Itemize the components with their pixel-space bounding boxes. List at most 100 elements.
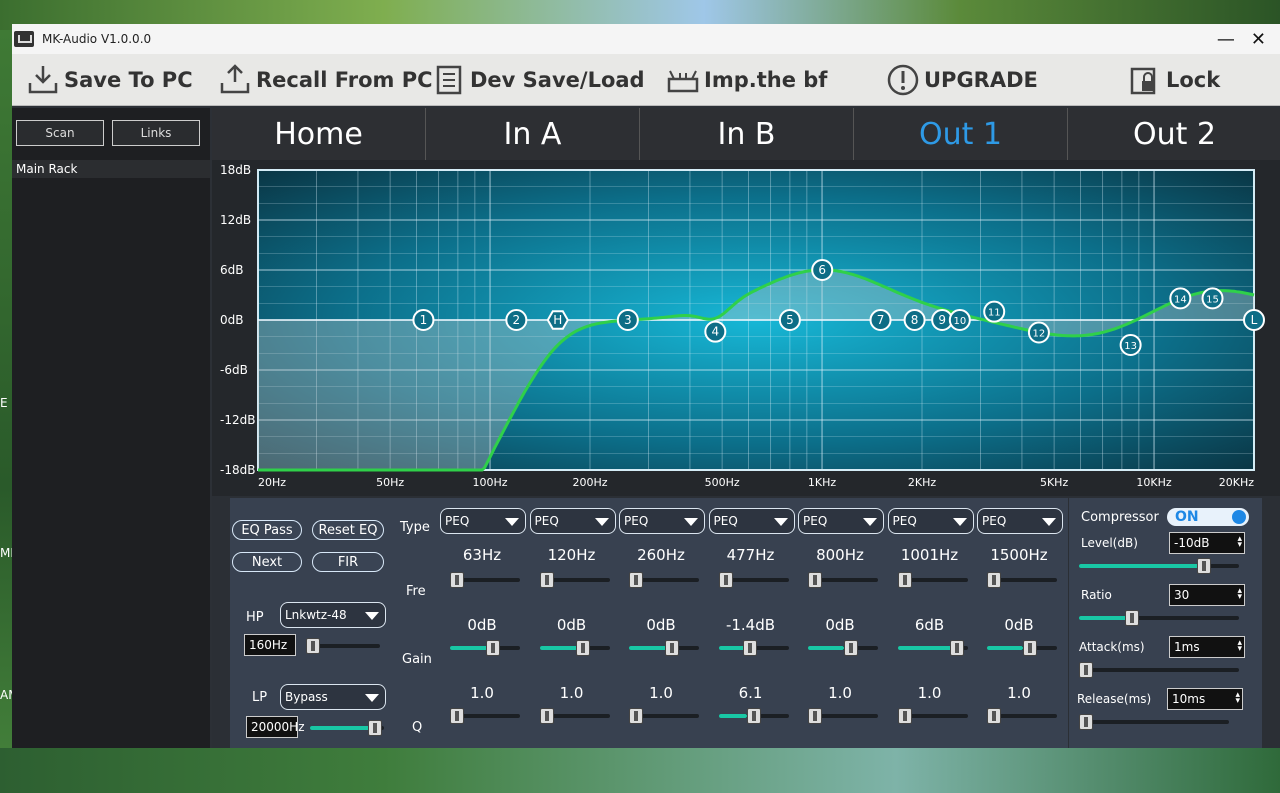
minimize-button[interactable]: —: [1217, 29, 1235, 50]
band-freq-slider[interactable]: [450, 572, 520, 588]
upgrade-button[interactable]: UPGRADE: [886, 63, 1038, 97]
lp-freq-input[interactable]: 20000Hz: [246, 716, 305, 738]
close-button[interactable]: ✕: [1251, 29, 1266, 50]
slider-thumb[interactable]: [1197, 558, 1211, 574]
slider-thumb[interactable]: [1079, 662, 1093, 678]
slider-thumb[interactable]: [808, 708, 822, 724]
eq-node-10[interactable]: 10: [948, 309, 971, 331]
band-gain-slider[interactable]: [897, 640, 968, 656]
slider-thumb[interactable]: [987, 708, 1001, 724]
spin-icon[interactable]: ▴ ▾: [1237, 639, 1242, 654]
eq-graph[interactable]: 18dB 12dB 6dB 0dB -6dB -12dB -18dB 20Hz 50Hz 100H…: [212, 160, 1280, 496]
slider-thumb[interactable]: [718, 572, 733, 588]
eq-node-4[interactable]: 4: [704, 320, 727, 343]
slider-thumb[interactable]: [629, 708, 643, 724]
compressor-toggle[interactable]: ON: [1167, 508, 1249, 526]
eq-node-13[interactable]: 13: [1119, 334, 1142, 356]
level-slider[interactable]: [1079, 558, 1239, 574]
lp-slider[interactable]: [310, 720, 384, 736]
spin-icon[interactable]: ▴ ▾: [1237, 535, 1242, 550]
slider-thumb[interactable]: [949, 640, 964, 656]
save-to-pc-button[interactable]: Save To PC: [26, 63, 193, 97]
band-freq-slider[interactable]: [629, 572, 699, 588]
band-q-slider[interactable]: [897, 708, 968, 724]
slider-thumb[interactable]: [450, 708, 464, 724]
scan-button[interactable]: Scan: [16, 120, 104, 146]
main-rack-item[interactable]: Main Rack: [12, 160, 210, 178]
tab-in-b[interactable]: In B: [640, 108, 854, 160]
band-gain-slider[interactable]: [450, 640, 520, 656]
release-slider[interactable]: [1079, 714, 1229, 730]
band-gain-slider[interactable]: [629, 640, 699, 656]
eq-node-h[interactable]: H: [546, 310, 569, 330]
reset-eq-button[interactable]: Reset EQ: [312, 520, 384, 540]
band-type-select[interactable]: PEQ: [440, 508, 526, 534]
tab-home[interactable]: Home: [212, 108, 426, 160]
band-q-slider[interactable]: [718, 708, 789, 724]
slider-thumb[interactable]: [368, 720, 382, 736]
level-input[interactable]: -10dB ▴ ▾: [1169, 532, 1245, 554]
band-gain-slider[interactable]: [808, 640, 878, 656]
band-gain-slider[interactable]: [718, 640, 789, 656]
band-gain-slider[interactable]: [987, 640, 1057, 656]
eq-node-5[interactable]: 5: [778, 309, 801, 331]
recall-from-pc-button[interactable]: Recall From PC: [218, 63, 433, 97]
eq-node-3[interactable]: 3: [616, 309, 639, 331]
ratio-input[interactable]: 30 ▴ ▾: [1169, 584, 1245, 606]
band-freq-slider[interactable]: [718, 572, 789, 588]
attack-input[interactable]: 1ms ▴ ▾: [1169, 636, 1245, 658]
band-freq-slider[interactable]: [808, 572, 878, 588]
slider-thumb[interactable]: [1079, 714, 1093, 730]
eq-graph-svg[interactable]: 18dB 12dB 6dB 0dB -6dB -12dB -18dB20Hz 50Hz 100H…: [212, 160, 1280, 496]
slider-thumb[interactable]: [1023, 640, 1037, 656]
slider-thumb[interactable]: [808, 572, 822, 588]
lp-type-select[interactable]: Bypass: [280, 684, 386, 710]
lock-button[interactable]: Lock: [1128, 63, 1220, 97]
band-q-slider[interactable]: [987, 708, 1057, 724]
band-freq-slider[interactable]: [897, 572, 968, 588]
slider-thumb[interactable]: [629, 572, 643, 588]
slider-thumb[interactable]: [987, 572, 1001, 588]
eq-node-6[interactable]: 6: [811, 259, 834, 281]
slider-thumb[interactable]: [742, 640, 757, 656]
eq-node-2[interactable]: 2: [505, 309, 528, 331]
slider-thumb[interactable]: [486, 640, 500, 656]
eq-node-8[interactable]: 8: [903, 309, 926, 331]
slider-thumb[interactable]: [897, 708, 912, 724]
band-type-select[interactable]: PEQ: [887, 508, 974, 534]
eq-node-1[interactable]: 1: [412, 309, 435, 331]
tab-in-a[interactable]: In A: [426, 108, 640, 160]
slider-thumb[interactable]: [844, 640, 858, 656]
slider-thumb[interactable]: [897, 572, 912, 588]
band-type-select[interactable]: PEQ: [798, 508, 884, 534]
tab-out-2[interactable]: Out 2: [1068, 108, 1280, 160]
eq-node-15[interactable]: 15: [1201, 287, 1224, 310]
eq-node-7[interactable]: 7: [869, 309, 892, 331]
eq-node-14[interactable]: 14: [1169, 287, 1192, 310]
next-button[interactable]: Next: [232, 552, 302, 572]
band-freq-slider[interactable]: [539, 572, 610, 588]
slider-thumb[interactable]: [665, 640, 679, 656]
slider-thumb[interactable]: [1125, 610, 1139, 626]
slider-thumb[interactable]: [450, 572, 464, 588]
spin-icon[interactable]: ▴ ▾: [1237, 587, 1242, 602]
band-type-select[interactable]: PEQ: [619, 508, 705, 534]
attack-slider[interactable]: [1079, 662, 1239, 678]
eq-node-l[interactable]: L: [1243, 309, 1265, 331]
band-freq-slider[interactable]: [987, 572, 1057, 588]
eq-pass-button[interactable]: EQ Pass: [232, 520, 302, 540]
band-type-select[interactable]: PEQ: [529, 508, 616, 534]
hp-slider[interactable]: [306, 638, 380, 654]
eq-node-11[interactable]: 11: [983, 300, 1006, 323]
band-q-slider[interactable]: [808, 708, 878, 724]
slider-thumb[interactable]: [575, 640, 590, 656]
spin-icon[interactable]: ▴ ▾: [1235, 691, 1240, 706]
slider-thumb[interactable]: [746, 708, 761, 724]
hp-freq-input[interactable]: 160Hz: [244, 634, 296, 656]
hp-type-select[interactable]: Lnkwtz-48: [280, 602, 386, 628]
ratio-slider[interactable]: [1079, 610, 1239, 626]
band-type-select[interactable]: PEQ: [708, 508, 795, 534]
release-input[interactable]: 10ms ▴ ▾: [1167, 688, 1243, 710]
band-q-slider[interactable]: [539, 708, 610, 724]
fir-button[interactable]: FIR: [312, 552, 384, 572]
